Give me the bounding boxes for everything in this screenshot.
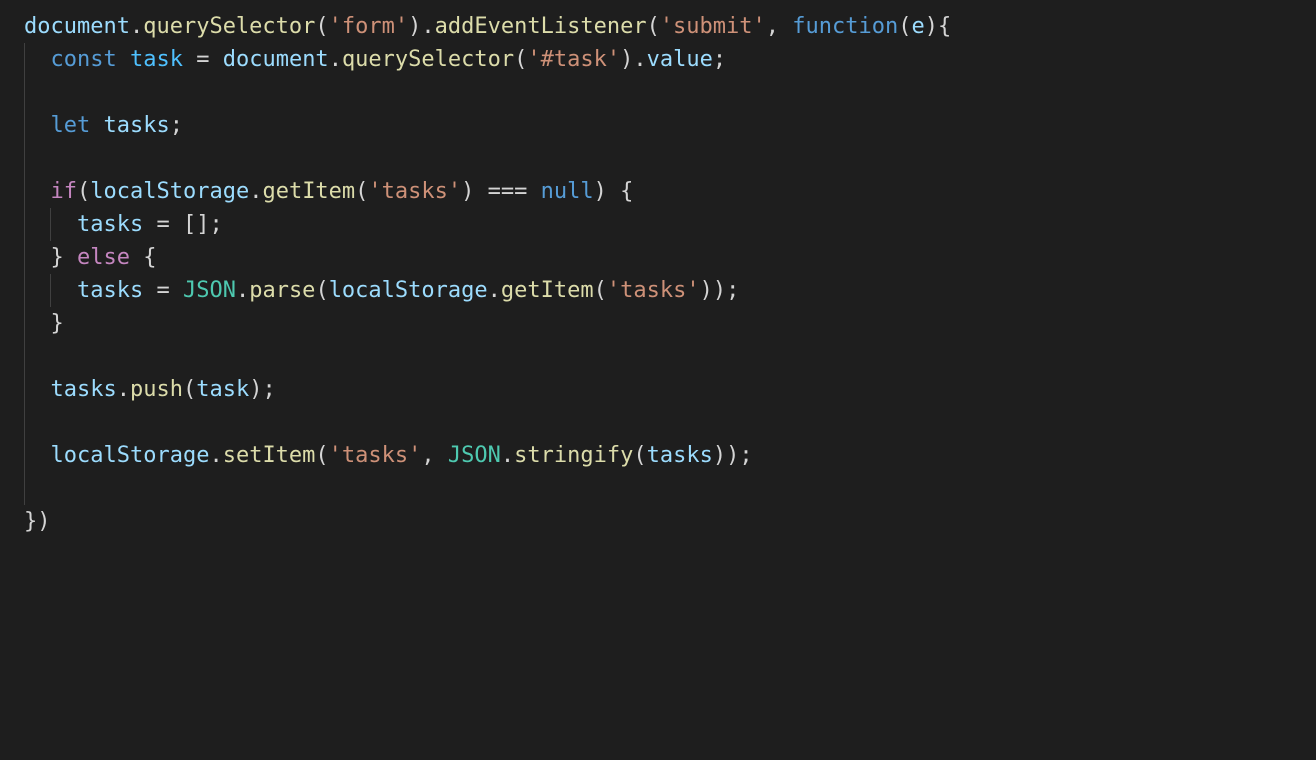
token-punc: = []; [143,212,222,237]
token-kw: let [51,113,91,138]
token-punc [90,113,103,138]
token-meth: getItem [262,179,355,204]
token-type: JSON [183,278,236,303]
token-obj: localStorage [90,179,249,204]
token-punc: . [501,443,514,468]
token-punc: . [236,278,249,303]
code-line[interactable]: const task = document.querySelector('#ta… [24,43,1292,76]
token-obj: tasks [77,278,143,303]
token-obj: document [223,47,329,72]
token-punc: } [51,311,64,336]
code-line[interactable] [24,142,1292,175]
token-ctrl: else [77,245,130,270]
token-punc: ( [77,179,90,204]
code-line[interactable]: tasks.push(task); [24,373,1292,406]
token-punc: ). [408,14,435,39]
token-punc: . [117,377,130,402]
token-punc: { [130,245,157,270]
token-str: 'tasks' [368,179,461,204]
token-kw: null [541,179,594,204]
token-punc: ; [170,113,183,138]
code-line[interactable]: let tasks; [24,109,1292,142]
token-punc: ); [249,377,276,402]
token-punc: ( [315,443,328,468]
token-punc: ) { [594,179,634,204]
token-punc: . [329,47,342,72]
token-meth: getItem [501,278,594,303]
token-kw: function [792,14,898,39]
token-meth: push [130,377,183,402]
token-obj: tasks [77,212,143,237]
token-punc: )); [713,443,753,468]
code-line[interactable]: } else { [24,241,1292,274]
token-punc [117,47,130,72]
token-punc: ( [633,443,646,468]
token-obj: task [196,377,249,402]
code-line[interactable]: tasks = []; [24,208,1292,241]
token-kw: const [51,47,117,72]
code-line[interactable]: } [24,307,1292,340]
token-punc: = [183,47,223,72]
token-obj: localStorage [51,443,210,468]
code-line[interactable] [24,406,1292,439]
token-punc: ). [620,47,647,72]
code-line[interactable] [24,340,1292,373]
code-line[interactable]: if(localStorage.getItem('tasks') === nul… [24,175,1292,208]
token-obj: value [647,47,713,72]
token-obj: e [912,14,925,39]
token-str: 'tasks' [329,443,422,468]
token-punc: ( [183,377,196,402]
token-punc: )); [700,278,740,303]
token-meth: querySelector [143,14,315,39]
code-line[interactable] [24,472,1292,505]
token-obj: document [24,14,130,39]
token-obj: tasks [647,443,713,468]
token-punc: ( [315,278,328,303]
code-line[interactable]: tasks = JSON.parse(localStorage.getItem(… [24,274,1292,307]
token-obj: tasks [51,377,117,402]
token-const: task [130,47,183,72]
token-punc: }) [24,509,51,534]
token-type: JSON [448,443,501,468]
token-meth: addEventListener [435,14,647,39]
token-punc: . [488,278,501,303]
token-meth: setItem [223,443,316,468]
token-str: 'submit' [660,14,766,39]
code-block[interactable]: document.querySelector('form').addEventL… [24,10,1292,538]
token-punc: ) === [461,179,540,204]
token-meth: stringify [514,443,633,468]
token-punc: ( [355,179,368,204]
code-line[interactable]: localStorage.setItem('tasks', JSON.strin… [24,439,1292,472]
token-punc: = [143,278,183,303]
token-punc: ( [514,47,527,72]
token-punc: . [130,14,143,39]
token-obj: tasks [104,113,170,138]
token-punc: ){ [925,14,952,39]
token-str: '#task' [527,47,620,72]
token-meth: querySelector [342,47,514,72]
token-ctrl: if [51,179,78,204]
token-punc: . [209,443,222,468]
token-punc: ( [647,14,660,39]
token-punc: , [766,14,793,39]
token-obj: localStorage [329,278,488,303]
token-punc: , [421,443,448,468]
token-str: 'tasks' [607,278,700,303]
token-punc: ; [713,47,726,72]
token-punc: ( [898,14,911,39]
code-line[interactable] [24,76,1292,109]
code-line[interactable]: document.querySelector('form').addEventL… [24,10,1292,43]
token-punc: ( [594,278,607,303]
token-punc: ( [315,14,328,39]
token-str: 'form' [329,14,408,39]
token-meth: parse [249,278,315,303]
token-punc: } [51,245,78,270]
code-line[interactable]: }) [24,505,1292,538]
token-punc: . [249,179,262,204]
